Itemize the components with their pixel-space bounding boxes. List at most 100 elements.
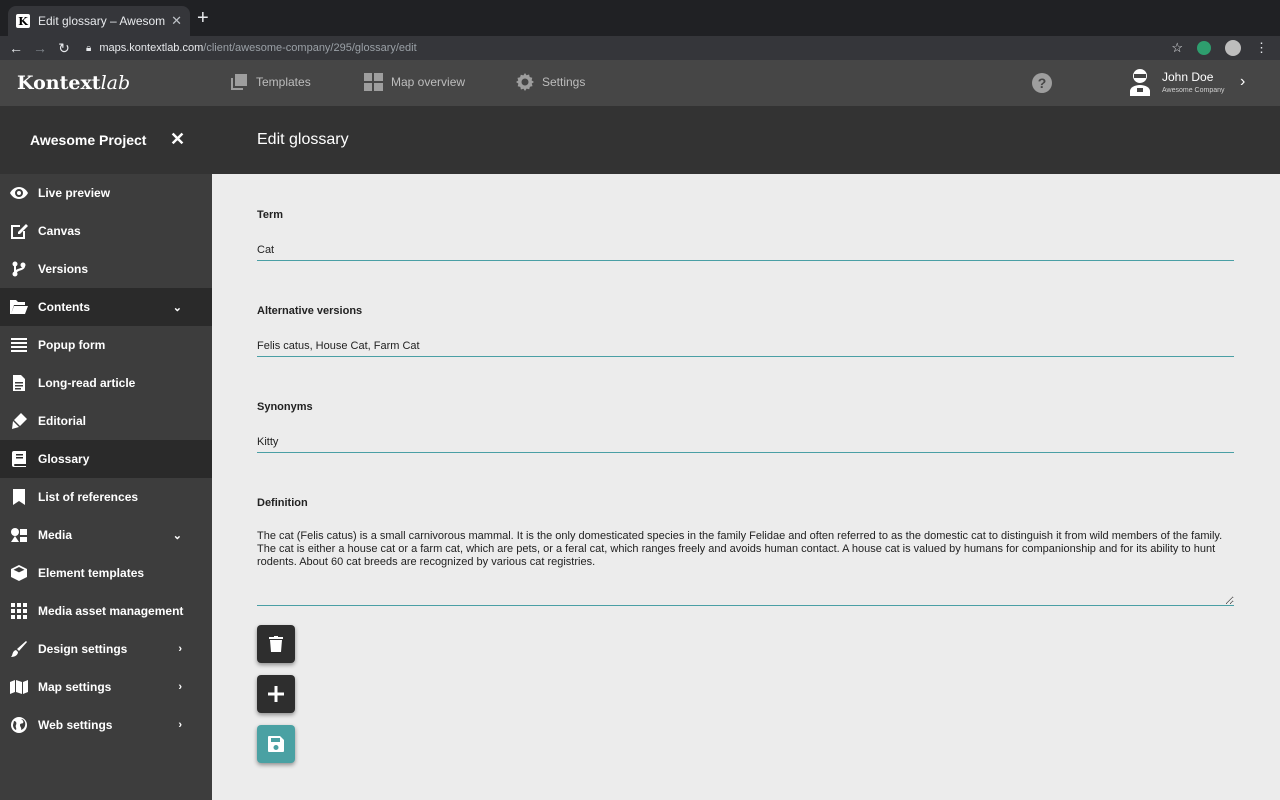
url-field[interactable]: 🔒︎ maps.kontextlab.com/client/awesome-co… [86, 42, 1171, 54]
sidebar-item-media[interactable]: Media ⌄ [0, 516, 212, 554]
edit-icon [0, 223, 38, 239]
bookmark-icon [0, 489, 38, 505]
chevron-down-icon[interactable]: ⌄ [173, 529, 182, 542]
save-button[interactable] [257, 725, 295, 763]
alternative-versions-label: Alternative versions [257, 305, 363, 317]
pen-icon [0, 413, 38, 429]
delete-button[interactable] [257, 625, 295, 663]
sidebar-item-list-of-references[interactable]: List of references [0, 478, 212, 516]
url-host: maps.kontextlab.com [99, 42, 204, 54]
help-icon[interactable]: ? [1032, 73, 1052, 93]
kontextlab-favicon-icon: K [16, 14, 30, 28]
alternative-versions-input[interactable] [257, 335, 1234, 357]
term-label: Term [257, 209, 284, 221]
sidebar-item-label: Live preview [38, 186, 111, 200]
chevron-right-icon[interactable]: › [178, 719, 182, 731]
url-path: /client/awesome-company/295/glossary/edi… [203, 42, 417, 54]
avatar [1130, 69, 1150, 96]
app-header: Kontextlab Templates Map overview Settin… [0, 60, 1280, 106]
chevron-right-icon[interactable]: › [178, 681, 182, 693]
synonyms-label: Synonyms [257, 401, 313, 413]
sidebar-item-live-preview[interactable]: Live preview [0, 174, 212, 212]
new-tab-icon[interactable]: + [197, 8, 209, 28]
logo-text-italic: lab [100, 72, 131, 94]
branch-icon [0, 261, 38, 277]
sidebar-item-glossary[interactable]: Glossary [0, 440, 212, 478]
tab-close-icon[interactable]: ✕ [171, 13, 182, 29]
grid-icon [0, 603, 38, 619]
map-icon [0, 680, 38, 694]
sidebar-item-label: Media asset management [38, 604, 184, 618]
profile-icon[interactable] [1225, 40, 1241, 56]
user-name: John Doe [1162, 70, 1214, 84]
nav-templates[interactable]: Templates [230, 73, 311, 91]
close-icon[interactable]: ✕ [170, 129, 185, 150]
sidebar-item-long-read-article[interactable]: Long-read article [0, 364, 212, 402]
definition-textarea[interactable]: The cat (Felis catus) is a small carnivo… [257, 530, 1234, 606]
address-bar: ← → ↻ 🔒︎ maps.kontextlab.com/client/awes… [0, 36, 1280, 60]
sidebar-item-editorial[interactable]: Editorial [0, 402, 212, 440]
map-overview-icon [364, 73, 383, 91]
sidebar-item-media-asset-management[interactable]: Media asset management [0, 592, 212, 630]
folder-open-icon [0, 300, 38, 314]
reload-icon[interactable]: ↻ [52, 40, 76, 57]
sub-header: Awesome Project ✕ Edit glossary [0, 106, 1280, 174]
nav-settings[interactable]: Settings [516, 73, 585, 91]
forward-icon[interactable]: → [28, 40, 52, 56]
definition-label: Definition [257, 497, 308, 509]
gear-icon [516, 73, 534, 91]
kontextlab-logo[interactable]: Kontextlab [17, 72, 130, 94]
sidebar-item-label: List of references [38, 490, 139, 504]
sidebar: Live preview Canvas Versions Contents ⌄ … [0, 174, 212, 800]
sidebar-item-map-settings[interactable]: Map settings › [0, 668, 212, 706]
sidebar-item-label: Design settings [38, 642, 128, 656]
back-icon[interactable]: ← [4, 40, 28, 56]
cube-icon [0, 565, 38, 581]
sidebar-item-label: Element templates [38, 566, 145, 580]
tab-title: Edit glossary – Awesome Projec [38, 14, 166, 28]
sidebar-item-label: Versions [38, 262, 89, 276]
sidebar-item-label: Long-read article [38, 376, 136, 390]
globe-icon [0, 717, 38, 733]
nav-settings-label: Settings [542, 75, 586, 89]
term-input[interactable] [257, 239, 1234, 261]
trash-icon [269, 636, 283, 652]
sidebar-item-label: Contents [38, 300, 90, 314]
page-title: Edit glossary [257, 131, 349, 148]
logo-text: Kontext [17, 72, 101, 94]
sidebar-item-label: Popup form [38, 338, 106, 352]
eye-icon [0, 187, 38, 199]
nav-map-overview[interactable]: Map overview [364, 73, 465, 91]
sidebar-item-popup-form[interactable]: Popup form [0, 326, 212, 364]
bookmark-star-icon[interactable]: ☆ [1171, 40, 1183, 56]
sidebar-item-label: Map settings [38, 680, 112, 694]
browser-menu-icon[interactable]: ⋮ [1255, 40, 1268, 56]
sidebar-item-design-settings[interactable]: Design settings › [0, 630, 212, 668]
sidebar-item-versions[interactable]: Versions [0, 250, 212, 288]
lock-icon: 🔒︎ [86, 42, 92, 54]
chevron-right-icon[interactable]: › [1240, 73, 1245, 91]
sidebar-item-element-templates[interactable]: Element templates [0, 554, 212, 592]
brush-icon [0, 641, 38, 657]
browser-tab-bar: K Edit glossary – Awesome Projec ✕ + [0, 0, 1280, 36]
chevron-right-icon[interactable]: › [178, 643, 182, 655]
chevron-down-icon[interactable]: ⌄ [173, 301, 182, 314]
media-icon [0, 527, 38, 543]
extension-icon[interactable] [1197, 41, 1211, 55]
document-icon [0, 375, 38, 391]
edit-glossary-form: Term Alternative versions Synonyms Defin… [212, 174, 1280, 800]
user-menu[interactable]: John Doe Awesome Company [1128, 68, 1225, 96]
templates-icon [231, 74, 247, 90]
book-icon [0, 451, 38, 467]
sidebar-item-label: Glossary [38, 452, 90, 466]
sidebar-item-contents[interactable]: Contents ⌄ [0, 288, 212, 326]
sidebar-item-label: Editorial [38, 414, 87, 428]
sidebar-item-canvas[interactable]: Canvas [0, 212, 212, 250]
sidebar-item-label: Web settings [38, 718, 113, 732]
synonyms-input[interactable] [257, 431, 1234, 453]
browser-tab[interactable]: K Edit glossary – Awesome Projec ✕ [8, 6, 190, 36]
add-button[interactable] [257, 675, 295, 713]
plus-icon [268, 686, 284, 702]
lines-icon [0, 338, 38, 352]
sidebar-item-web-settings[interactable]: Web settings › [0, 706, 212, 744]
